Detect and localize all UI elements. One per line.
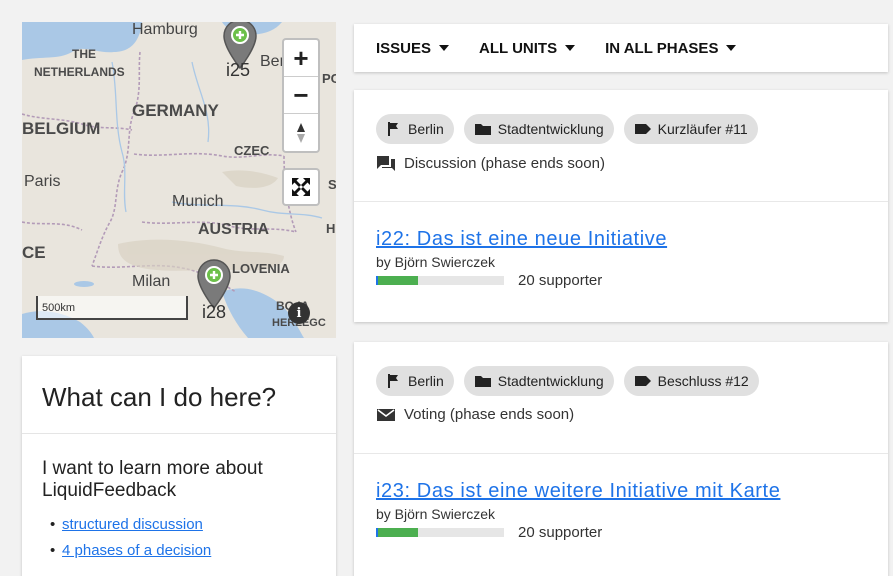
map-marker-i28[interactable]: i28 (196, 258, 232, 322)
area-chip[interactable]: Stadtentwicklung (463, 366, 614, 396)
folder-icon (474, 124, 491, 135)
map-label-s: S (328, 177, 336, 192)
map-label-munich: Munich (172, 193, 224, 210)
support-row: 20 supporter (376, 272, 866, 289)
help-title: What can I do here? (22, 356, 336, 434)
chip-label: Berlin (408, 121, 444, 137)
policy-chip[interactable]: Beschluss #12 (623, 366, 759, 396)
map-label-ce: CE (22, 243, 46, 262)
map-marker-label: i25 (226, 60, 251, 80)
zoom-control: + − (282, 38, 320, 153)
map-scale: 500km (36, 296, 188, 320)
support-bar (376, 528, 504, 537)
map-label-poland: PC (322, 71, 336, 86)
map-label-hamburg: Hamburg (132, 22, 198, 38)
map-label-czech: CZEC (234, 143, 270, 158)
flag-icon (388, 122, 398, 136)
chip-label: Beschluss #12 (657, 373, 749, 389)
units-filter-dropdown[interactable]: ALL UNITS (479, 39, 576, 57)
issue-card: Berlin Stadtentwicklung Kurzläufer #11 D… (354, 90, 888, 322)
help-link-item: structured discussion (50, 512, 336, 538)
structured-discussion-link[interactable]: structured discussion (62, 516, 203, 533)
tag-icon (634, 376, 651, 386)
filter-label: ISSUES (376, 39, 432, 57)
map-label-belgium: BELGIUM (22, 119, 101, 138)
issue-header: Berlin Stadtentwicklung Beschluss #12 Vo… (354, 342, 888, 454)
compass-button[interactable] (284, 114, 318, 151)
filter-bar: ISSUES ALL UNITS IN ALL PHASES (354, 24, 888, 72)
caret-down-icon (565, 45, 576, 51)
map-label-the: THE (72, 47, 96, 61)
chip-label: Stadtentwicklung (497, 373, 604, 389)
status-text: Discussion (phase ends soon) (404, 154, 605, 172)
issue-status: Voting (phase ends soon) (376, 406, 866, 423)
issue-card: Berlin Stadtentwicklung Beschluss #12 Vo… (354, 342, 888, 576)
issues-filter-dropdown[interactable]: ISSUES (376, 39, 450, 57)
initiative-title-link[interactable]: i22: Das ist eine neue Initiative (376, 228, 667, 251)
zoom-in-button[interactable]: + (284, 40, 318, 77)
initiative: i22: Das ist eine neue Initiative by Bjö… (354, 202, 888, 289)
map-marker-i25[interactable]: i25 (222, 22, 258, 80)
caret-down-icon (439, 45, 450, 51)
flag-icon (388, 374, 398, 388)
tag-icon (634, 124, 651, 134)
support-row: 20 supporter (376, 524, 866, 541)
initiative: i23: Das ist eine weitere Initiative mit… (354, 454, 888, 541)
folder-icon (474, 376, 491, 387)
issue-chips: Berlin Stadtentwicklung Beschluss #12 (376, 366, 866, 396)
map-label-h: H (326, 221, 336, 236)
unit-chip[interactable]: Berlin (376, 366, 454, 396)
envelope-icon (377, 408, 395, 421)
area-chip[interactable]: Stadtentwicklung (463, 114, 614, 144)
map[interactable]: Hamburg THE NETHERLANDS Berli PC GERMANY… (22, 22, 336, 338)
phases-link[interactable]: 4 phases of a decision (62, 542, 211, 559)
info-icon[interactable]: i (288, 302, 310, 324)
map-label-netherlands: NETHERLANDS (34, 65, 125, 79)
supporter-count: 20 supporter (518, 524, 603, 541)
caret-down-icon (726, 45, 737, 51)
initiative-author: by Björn Swierczek (376, 254, 496, 270)
issue-header: Berlin Stadtentwicklung Kurzläufer #11 D… (354, 90, 888, 202)
supporter-count: 20 supporter (518, 272, 603, 289)
issue-chips: Berlin Stadtentwicklung Kurzläufer #11 (376, 114, 866, 144)
unit-chip[interactable]: Berlin (376, 114, 454, 144)
chip-label: Kurzläufer #11 (657, 121, 748, 137)
map-label-slovenia: LOVENIA (232, 261, 290, 276)
support-bar (376, 276, 504, 285)
discussion-icon (377, 156, 395, 171)
support-bar-fill (376, 276, 419, 285)
support-bar-fill (376, 528, 419, 537)
help-subtitle: I want to learn more about LiquidFeedbac… (42, 458, 263, 501)
map-label-austria: AUSTRIA (198, 221, 270, 238)
fullscreen-button[interactable] (282, 168, 320, 206)
fullscreen-icon (292, 178, 310, 196)
phases-filter-dropdown[interactable]: IN ALL PHASES (605, 39, 737, 57)
policy-chip[interactable]: Kurzläufer #11 (623, 114, 758, 144)
status-text: Voting (phase ends soon) (404, 406, 575, 423)
help-links: structured discussion 4 phases of a deci… (22, 502, 336, 564)
chip-label: Stadtentwicklung (497, 121, 604, 137)
chip-label: Berlin (408, 373, 444, 389)
map-label-milan: Milan (132, 273, 171, 290)
map-marker-label: i28 (202, 302, 227, 322)
initiative-title-link[interactable]: i23: Das ist eine weitere Initiative mit… (376, 480, 780, 503)
initiative-author: by Björn Swierczek (376, 506, 496, 522)
help-link-item: 4 phases of a decision (50, 538, 336, 564)
map-label-paris: Paris (24, 173, 61, 190)
issue-status: Discussion (phase ends soon) (376, 154, 866, 172)
compass-icon (297, 122, 305, 143)
help-card: What can I do here? I want to learn more… (22, 356, 336, 576)
map-label-germany: GERMANY (132, 101, 219, 120)
zoom-out-button[interactable]: − (284, 77, 318, 114)
filter-label: ALL UNITS (479, 39, 558, 57)
filter-label: IN ALL PHASES (605, 39, 719, 57)
